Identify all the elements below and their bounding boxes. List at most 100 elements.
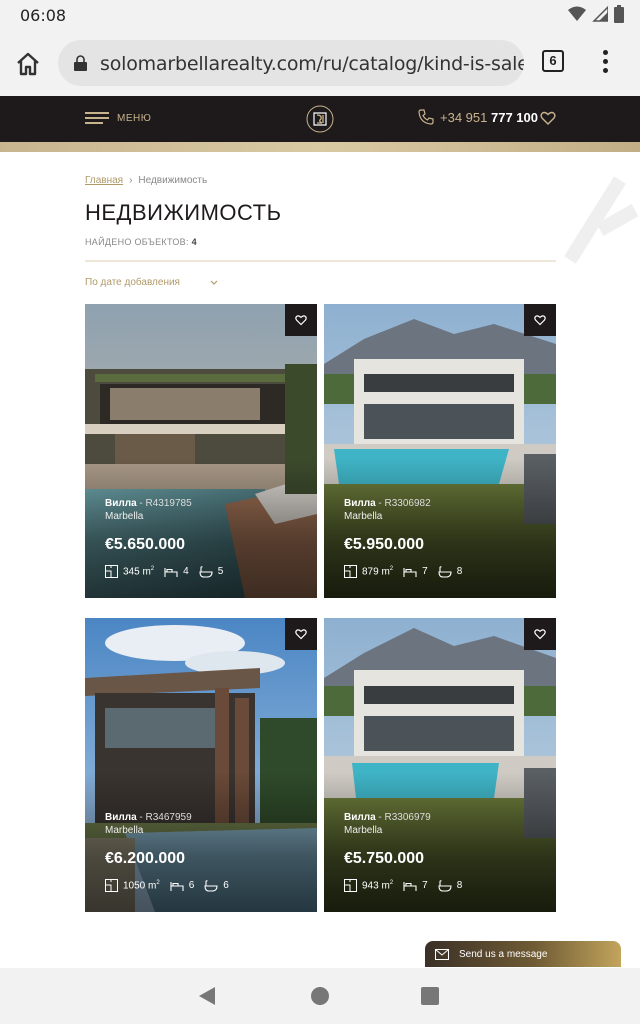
listing-specs: 879 m2 7 8 bbox=[344, 565, 462, 578]
bed-icon bbox=[403, 567, 417, 577]
spec-area: 879 m2 bbox=[344, 565, 393, 578]
system-nav-bar bbox=[0, 968, 640, 1024]
breadcrumb: Главная › Недвижимость bbox=[85, 175, 207, 186]
menu-button[interactable]: МЕНЮ bbox=[85, 112, 151, 124]
spec-baths: 5 bbox=[199, 565, 224, 578]
listing-card[interactable]: Вилла - R3306979 Marbella €5.750.000 943… bbox=[324, 618, 556, 912]
spec-baths-value: 8 bbox=[456, 880, 463, 891]
logo[interactable] bbox=[300, 99, 340, 139]
site-header: МЕНЮ +34 951 777 100 bbox=[0, 96, 640, 142]
phone-prefix: +34 951 bbox=[440, 109, 488, 125]
tab-switcher-button[interactable]: 6 bbox=[542, 50, 564, 72]
spec-area-value: 1050 m bbox=[123, 880, 157, 892]
spec-beds-value: 7 bbox=[422, 566, 428, 577]
floor-plan-icon bbox=[344, 879, 357, 892]
spec-baths: 6 bbox=[204, 879, 229, 892]
listing-ref: - R4319785 bbox=[136, 498, 192, 509]
results-count: НАЙДЕНО ОБЪЕКТОВ: 4 bbox=[85, 237, 197, 247]
spec-beds-value: 7 bbox=[422, 880, 428, 891]
listing-ref: - R3306979 bbox=[375, 812, 431, 823]
bed-icon bbox=[164, 567, 178, 577]
listing-price: €5.750.000 bbox=[344, 850, 425, 867]
results-count-value: 4 bbox=[191, 237, 197, 247]
chat-widget-button[interactable]: Send us a message bbox=[425, 941, 621, 967]
listing-type: Вилла - R4319785 bbox=[105, 498, 192, 509]
phone-link[interactable]: +34 951 777 100 bbox=[418, 109, 538, 125]
status-icons bbox=[568, 5, 624, 23]
header-gold-strip bbox=[0, 142, 640, 152]
listing-location: Marbella bbox=[344, 511, 383, 522]
floor-plan-icon bbox=[105, 565, 118, 578]
area-unit-sup: 2 bbox=[389, 879, 394, 886]
status-bar: 06:08 bbox=[0, 0, 640, 30]
url-text: solomarbellarealty.com/ru/catalog/kind-i… bbox=[100, 53, 524, 75]
listing-type-label: Вилла bbox=[344, 812, 376, 823]
divider bbox=[85, 260, 556, 262]
wifi-icon bbox=[568, 6, 586, 21]
bathtub-icon bbox=[204, 879, 218, 892]
spec-baths: 8 bbox=[438, 879, 463, 892]
home-icon[interactable] bbox=[14, 50, 42, 78]
heart-icon bbox=[295, 629, 307, 640]
overflow-menu-icon[interactable] bbox=[600, 50, 610, 76]
heart-icon bbox=[534, 629, 546, 640]
area-unit-sup: 2 bbox=[156, 879, 160, 886]
listing-card[interactable]: Вилла - R4319785 Marbella €5.650.000 345… bbox=[85, 304, 317, 598]
watermark-logo bbox=[564, 176, 639, 264]
listing-price: €6.200.000 bbox=[105, 850, 186, 867]
chevron-down-icon bbox=[210, 280, 218, 285]
spec-area: 1050 m2 bbox=[105, 879, 160, 892]
lock-icon bbox=[74, 55, 87, 71]
breadcrumb-separator: › bbox=[129, 175, 133, 186]
listing-card[interactable]: Вилла - R3306982 Marbella €5.950.000 879… bbox=[324, 304, 556, 598]
home-nav-icon[interactable] bbox=[311, 987, 329, 1005]
listing-type: Вилла - R3467959 bbox=[105, 812, 192, 823]
listing-ref: - R3467959 bbox=[136, 812, 192, 823]
listing-price: €5.950.000 bbox=[344, 536, 425, 553]
sort-dropdown[interactable]: По дате добавления bbox=[85, 277, 218, 288]
spec-baths: 8 bbox=[438, 565, 462, 578]
status-time: 06:08 bbox=[20, 6, 67, 25]
bathtub-icon bbox=[438, 879, 452, 892]
listing-type-label: Вилла bbox=[344, 498, 376, 509]
breadcrumb-home-link[interactable]: Главная bbox=[85, 175, 123, 186]
browser-toolbar: solomarbellarealty.com/ru/catalog/kind-i… bbox=[0, 30, 640, 96]
address-bar[interactable]: solomarbellarealty.com/ru/catalog/kind-i… bbox=[58, 40, 524, 86]
listing-specs: 943 m2 7 8 bbox=[344, 879, 462, 892]
area-unit-sup: 2 bbox=[150, 565, 155, 572]
page-title: НЕДВИЖИМОСТЬ bbox=[85, 200, 282, 225]
listing-specs: 1050 m2 6 6 bbox=[105, 879, 229, 892]
favorite-button[interactable] bbox=[524, 304, 556, 336]
spec-area-value: 879 m bbox=[362, 566, 390, 578]
favorite-button[interactable] bbox=[285, 304, 317, 336]
listing-specs: 345 m2 4 5 bbox=[105, 565, 223, 578]
favorite-button[interactable] bbox=[524, 618, 556, 650]
listing-ref: - R3306982 bbox=[375, 498, 431, 509]
back-icon[interactable] bbox=[198, 986, 216, 1006]
sort-label: По дате добавления bbox=[85, 277, 180, 288]
phone-main: 777 100 bbox=[490, 109, 538, 125]
listing-type-label: Вилла bbox=[105, 812, 137, 823]
listing-location: Marbella bbox=[105, 825, 144, 836]
spec-area-value: 943 m bbox=[362, 880, 390, 892]
phone-icon bbox=[418, 109, 434, 125]
spec-baths-value: 5 bbox=[217, 566, 224, 577]
breadcrumb-current: Недвижимость bbox=[138, 175, 208, 186]
spec-beds: 6 bbox=[170, 880, 194, 892]
results-count-label: НАЙДЕНО ОБЪЕКТОВ: bbox=[85, 237, 189, 247]
recents-icon[interactable] bbox=[421, 987, 439, 1005]
hamburger-icon bbox=[85, 112, 109, 124]
listing-card[interactable]: Вилла - R3467959 Marbella €6.200.000 105… bbox=[85, 618, 317, 912]
spec-area: 345 m2 bbox=[105, 565, 154, 578]
floor-plan-icon bbox=[105, 879, 118, 892]
area-unit-sup: 2 bbox=[389, 565, 394, 572]
favorites-heart-icon[interactable] bbox=[540, 110, 556, 126]
bathtub-icon bbox=[438, 565, 452, 578]
favorite-button[interactable] bbox=[285, 618, 317, 650]
bed-icon bbox=[170, 881, 184, 891]
listing-type: Вилла - R3306982 bbox=[344, 498, 431, 509]
spec-beds-value: 4 bbox=[183, 566, 189, 577]
listing-type: Вилла - R3306979 bbox=[344, 812, 431, 823]
battery-icon bbox=[614, 5, 624, 23]
signal-icon bbox=[592, 6, 608, 22]
